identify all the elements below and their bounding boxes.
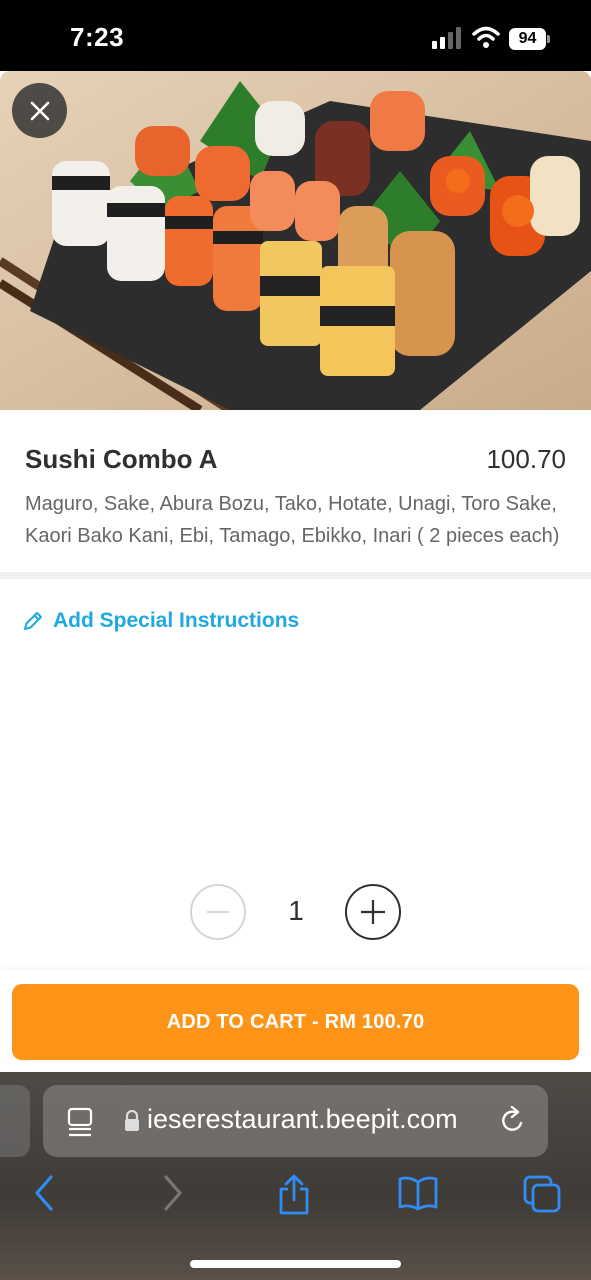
back-icon[interactable]	[32, 1174, 56, 1212]
home-indicator[interactable]	[190, 1260, 401, 1268]
product-image	[0, 71, 591, 410]
signal-icon	[432, 27, 461, 49]
product-description: Maguro, Sake, Abura Bozu, Tako, Hotate, …	[25, 493, 560, 547]
battery-level: 94	[509, 28, 546, 50]
battery-icon: 94	[509, 28, 550, 50]
add-to-cart-button[interactable]: ADD TO CART - RM 100.70	[12, 984, 579, 1060]
tabs-icon[interactable]	[522, 1174, 562, 1214]
status-bar: 7:23 94	[0, 0, 591, 71]
lock-icon	[125, 1110, 139, 1131]
reader-icon[interactable]	[66, 1106, 94, 1138]
close-icon	[30, 101, 49, 120]
divider	[0, 572, 591, 579]
plus-icon	[361, 900, 385, 924]
reload-icon[interactable]	[499, 1106, 527, 1136]
share-icon[interactable]	[276, 1174, 312, 1216]
instructions-label: Add Special Instructions	[53, 609, 300, 632]
quantity-decrease-button[interactable]	[190, 884, 246, 940]
url-text[interactable]: ieserestaurant.beepit.com	[147, 1104, 487, 1135]
previous-tab-preview[interactable]	[0, 1085, 30, 1157]
quantity-value: 1	[288, 895, 304, 926]
bookmarks-icon[interactable]	[397, 1174, 439, 1212]
add-special-instructions-link[interactable]: Add Special Instructions	[22, 609, 299, 633]
wifi-icon	[472, 26, 500, 48]
forward-icon[interactable]	[161, 1174, 185, 1212]
product-name: Sushi Combo A	[25, 444, 218, 474]
pencil-icon	[24, 612, 42, 630]
quantity-increase-button[interactable]	[345, 884, 401, 940]
product-price: 100.70	[486, 444, 566, 474]
status-time: 7:23	[70, 22, 125, 52]
minus-icon	[207, 911, 229, 913]
close-button[interactable]	[12, 83, 67, 138]
